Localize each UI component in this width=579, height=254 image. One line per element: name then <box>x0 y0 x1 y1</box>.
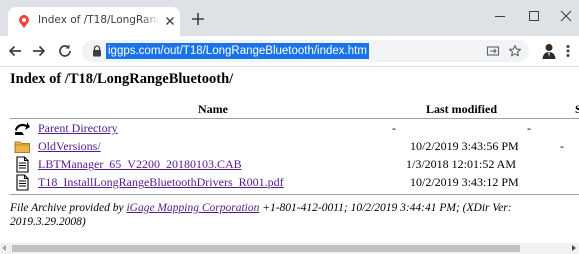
company-link[interactable]: iGage Mapping Corporation <box>126 202 259 214</box>
tab-title: Index of /T18/LongRangeBluetooth <box>38 14 160 26</box>
file-link[interactable]: LBTManager_65_V2200_20180103.CAB <box>38 157 242 172</box>
red-pin-icon <box>19 15 29 28</box>
scroll-right-arrow-icon[interactable] <box>572 245 576 251</box>
document-icon <box>16 174 29 191</box>
footer-prefix: File Archive provided by <box>10 202 127 214</box>
file-link[interactable]: T18_InstallLongRangeBluetoothDrivers_R00… <box>38 175 284 190</box>
url-text[interactable]: iggps.com/out/T18/LongRangeBluetooth/ind… <box>106 43 369 59</box>
plus-icon[interactable] <box>190 11 206 27</box>
browser-tab[interactable]: Index of /T18/LongRangeBluetooth <box>8 7 180 36</box>
column-header-size: S <box>575 102 579 116</box>
list-item: T18_InstallLongRangeBluetoothDrivers_R00… <box>0 174 579 192</box>
profile-avatar-icon[interactable] <box>540 42 558 60</box>
reload-icon[interactable] <box>56 42 74 60</box>
header-divider <box>10 118 579 119</box>
parent-directory-link[interactable]: Parent Directory <box>38 121 118 136</box>
file-link[interactable]: OldVersions/ <box>38 139 101 154</box>
tab-strip: Index of /T18/LongRangeBluetooth <box>0 0 579 36</box>
close-icon[interactable] <box>558 8 574 24</box>
folder-icon <box>14 141 30 153</box>
document-icon <box>16 156 29 173</box>
maximize-icon[interactable] <box>526 8 542 24</box>
tab-close-icon[interactable] <box>162 13 178 29</box>
row-modified: 10/2/2019 3:43:56 PM <box>410 139 519 153</box>
scroll-left-arrow-icon[interactable] <box>2 245 6 251</box>
list-item: Parent Directory - - <box>0 120 579 138</box>
arrow-left-icon[interactable] <box>6 42 24 60</box>
page-heading: Index of /T18/LongRangeBluetooth/ <box>10 71 234 87</box>
back-arrow-icon <box>15 122 30 135</box>
lock-icon[interactable] <box>92 45 102 57</box>
row-modified: 1/3/2018 12:01:52 AM <box>406 157 517 171</box>
list-item: LBTManager_65_V2200_20180103.CAB 1/3/201… <box>0 156 579 174</box>
scrollbar-thumb[interactable] <box>12 245 520 252</box>
row-size: - <box>560 139 564 153</box>
horizontal-scrollbar[interactable] <box>0 243 579 254</box>
column-header-last-modified: Last modified <box>426 102 498 116</box>
row-modified: - <box>392 121 396 135</box>
address-bar[interactable]: iggps.com/out/T18/LongRangeBluetooth/ind… <box>82 40 529 62</box>
list-item: OldVersions/ 10/2/2019 3:43:56 PM - <box>0 138 579 156</box>
footer-text: File Archive provided by iGage Mapping C… <box>10 201 570 229</box>
star-icon[interactable] <box>508 44 522 58</box>
footer-divider <box>10 194 579 195</box>
column-header-name: Name <box>198 102 228 116</box>
kebab-menu-icon[interactable] <box>562 42 574 60</box>
row-size: - <box>527 121 531 135</box>
browser-toolbar: iggps.com/out/T18/LongRangeBluetooth/ind… <box>0 36 579 66</box>
page-content: Index of /T18/LongRangeBluetooth/ Name L… <box>0 67 579 243</box>
open-in-app-icon[interactable] <box>486 44 500 58</box>
row-modified: 10/2/2019 3:43:12 PM <box>410 175 519 189</box>
arrow-right-icon[interactable] <box>30 42 48 60</box>
minimize-icon[interactable] <box>492 8 508 24</box>
